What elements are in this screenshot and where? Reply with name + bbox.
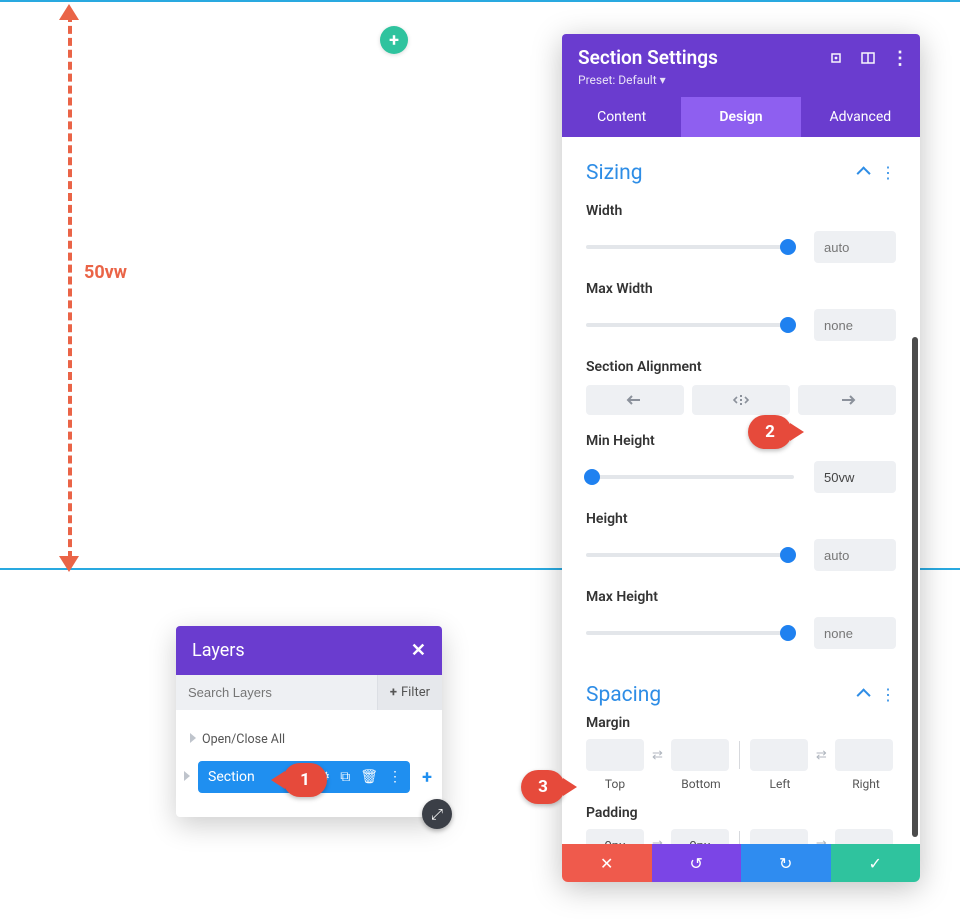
dimension-line bbox=[68, 14, 72, 559]
trash-icon[interactable]: 🗑 bbox=[360, 769, 378, 785]
padding-bottom-input[interactable] bbox=[671, 829, 729, 844]
tab-content[interactable]: Content bbox=[562, 97, 681, 137]
filter-button[interactable]: +Filter bbox=[377, 675, 442, 710]
callout-1: 1 bbox=[283, 763, 327, 797]
link-icon[interactable]: ⇄ bbox=[650, 838, 665, 845]
open-close-label: Open/Close All bbox=[202, 732, 285, 747]
more-icon[interactable]: ⋮ bbox=[388, 769, 402, 785]
link-icon[interactable]: ⇄ bbox=[814, 838, 829, 845]
side-bottom: Bottom bbox=[672, 777, 730, 791]
layers-header[interactable]: Layers ✕ bbox=[176, 626, 442, 675]
max-height-slider[interactable] bbox=[586, 631, 794, 635]
width-slider[interactable] bbox=[586, 245, 794, 249]
sizing-heading[interactable]: Sizing bbox=[586, 161, 643, 185]
margin-left-input[interactable] bbox=[750, 739, 808, 771]
triangle-icon[interactable] bbox=[184, 769, 190, 785]
max-height-input[interactable] bbox=[814, 617, 896, 649]
collapse-icon[interactable] bbox=[860, 165, 870, 181]
margin-label: Margin bbox=[586, 715, 896, 731]
columns-icon[interactable] bbox=[860, 50, 876, 66]
side-right: Right bbox=[837, 777, 895, 791]
section-more-icon[interactable]: ⋮ bbox=[880, 165, 896, 181]
width-input[interactable] bbox=[814, 231, 896, 263]
dimension-label: 50vw bbox=[84, 262, 127, 283]
margin-bottom-input[interactable] bbox=[671, 739, 729, 771]
scrollbar[interactable] bbox=[912, 337, 918, 837]
layers-title: Layers bbox=[192, 640, 245, 661]
padding-top-input[interactable] bbox=[586, 829, 644, 844]
panel-tabs: Content Design Advanced bbox=[562, 97, 920, 137]
confirm-button[interactable]: ✓ bbox=[831, 844, 921, 882]
duplicate-icon[interactable]: ⧉ bbox=[340, 769, 350, 785]
callout-3: 3 bbox=[521, 770, 565, 804]
spacing-heading[interactable]: Spacing bbox=[586, 683, 661, 707]
slider-thumb[interactable] bbox=[584, 469, 600, 485]
triangle-icon bbox=[190, 732, 196, 747]
layer-item-label: Section bbox=[208, 769, 255, 785]
tab-advanced[interactable]: Advanced bbox=[801, 97, 920, 137]
height-slider[interactable] bbox=[586, 553, 794, 557]
tab-design[interactable]: Design bbox=[681, 97, 800, 137]
arrowhead-down-icon bbox=[59, 556, 79, 572]
align-center-button[interactable] bbox=[692, 385, 790, 415]
min-height-slider[interactable] bbox=[586, 475, 794, 479]
link-icon[interactable]: ⇄ bbox=[650, 748, 665, 763]
section-settings-panel: Section Settings Preset: Default ▾ ⋮ Con… bbox=[562, 34, 920, 882]
add-section-button[interactable]: + bbox=[380, 26, 408, 54]
slider-thumb[interactable] bbox=[780, 625, 796, 641]
filter-label: Filter bbox=[401, 685, 430, 700]
panel-preset[interactable]: Preset: Default ▾ bbox=[578, 73, 904, 87]
max-width-label: Max Width bbox=[586, 281, 896, 297]
align-right-button[interactable] bbox=[798, 385, 896, 415]
collapse-icon[interactable] bbox=[860, 687, 870, 703]
side-left: Left bbox=[751, 777, 809, 791]
expand-icon[interactable] bbox=[828, 50, 844, 66]
max-width-input[interactable] bbox=[814, 309, 896, 341]
align-left-button[interactable] bbox=[586, 385, 684, 415]
padding-left-input[interactable] bbox=[750, 829, 808, 844]
redo-button[interactable]: ↻ bbox=[741, 844, 831, 882]
min-height-label: Min Height bbox=[586, 433, 896, 449]
add-layer-button[interactable]: + bbox=[418, 767, 436, 788]
undo-button[interactable]: ↺ bbox=[652, 844, 742, 882]
layers-search-input[interactable] bbox=[176, 675, 377, 710]
panel-header[interactable]: Section Settings Preset: Default ▾ ⋮ bbox=[562, 34, 920, 97]
link-icon[interactable]: ⇄ bbox=[814, 748, 829, 763]
padding-right-input[interactable] bbox=[835, 829, 893, 844]
section-alignment-label: Section Alignment bbox=[586, 359, 896, 375]
arrowhead-up-icon bbox=[59, 4, 79, 20]
max-width-slider[interactable] bbox=[586, 323, 794, 327]
resize-handle[interactable]: ⤢ bbox=[422, 799, 452, 829]
open-close-all[interactable]: Open/Close All bbox=[182, 726, 436, 761]
slider-thumb[interactable] bbox=[780, 239, 796, 255]
slider-thumb[interactable] bbox=[780, 317, 796, 333]
cancel-button[interactable]: ✕ bbox=[562, 844, 652, 882]
min-height-input[interactable] bbox=[814, 461, 896, 493]
side-top: Top bbox=[586, 777, 644, 791]
callout-2: 2 bbox=[748, 415, 792, 449]
slider-thumb[interactable] bbox=[780, 547, 796, 563]
height-label: Height bbox=[586, 511, 896, 527]
width-label: Width bbox=[586, 203, 896, 219]
divider bbox=[739, 831, 740, 844]
section-more-icon[interactable]: ⋮ bbox=[880, 687, 896, 703]
height-input[interactable] bbox=[814, 539, 896, 571]
close-icon[interactable]: ✕ bbox=[411, 640, 426, 661]
panel-footer: ✕ ↺ ↻ ✓ bbox=[562, 844, 920, 882]
divider bbox=[739, 741, 740, 769]
padding-label: Padding bbox=[586, 805, 896, 821]
max-height-label: Max Height bbox=[586, 589, 896, 605]
margin-right-input[interactable] bbox=[835, 739, 893, 771]
more-icon[interactable]: ⋮ bbox=[892, 50, 908, 66]
margin-top-input[interactable] bbox=[586, 739, 644, 771]
